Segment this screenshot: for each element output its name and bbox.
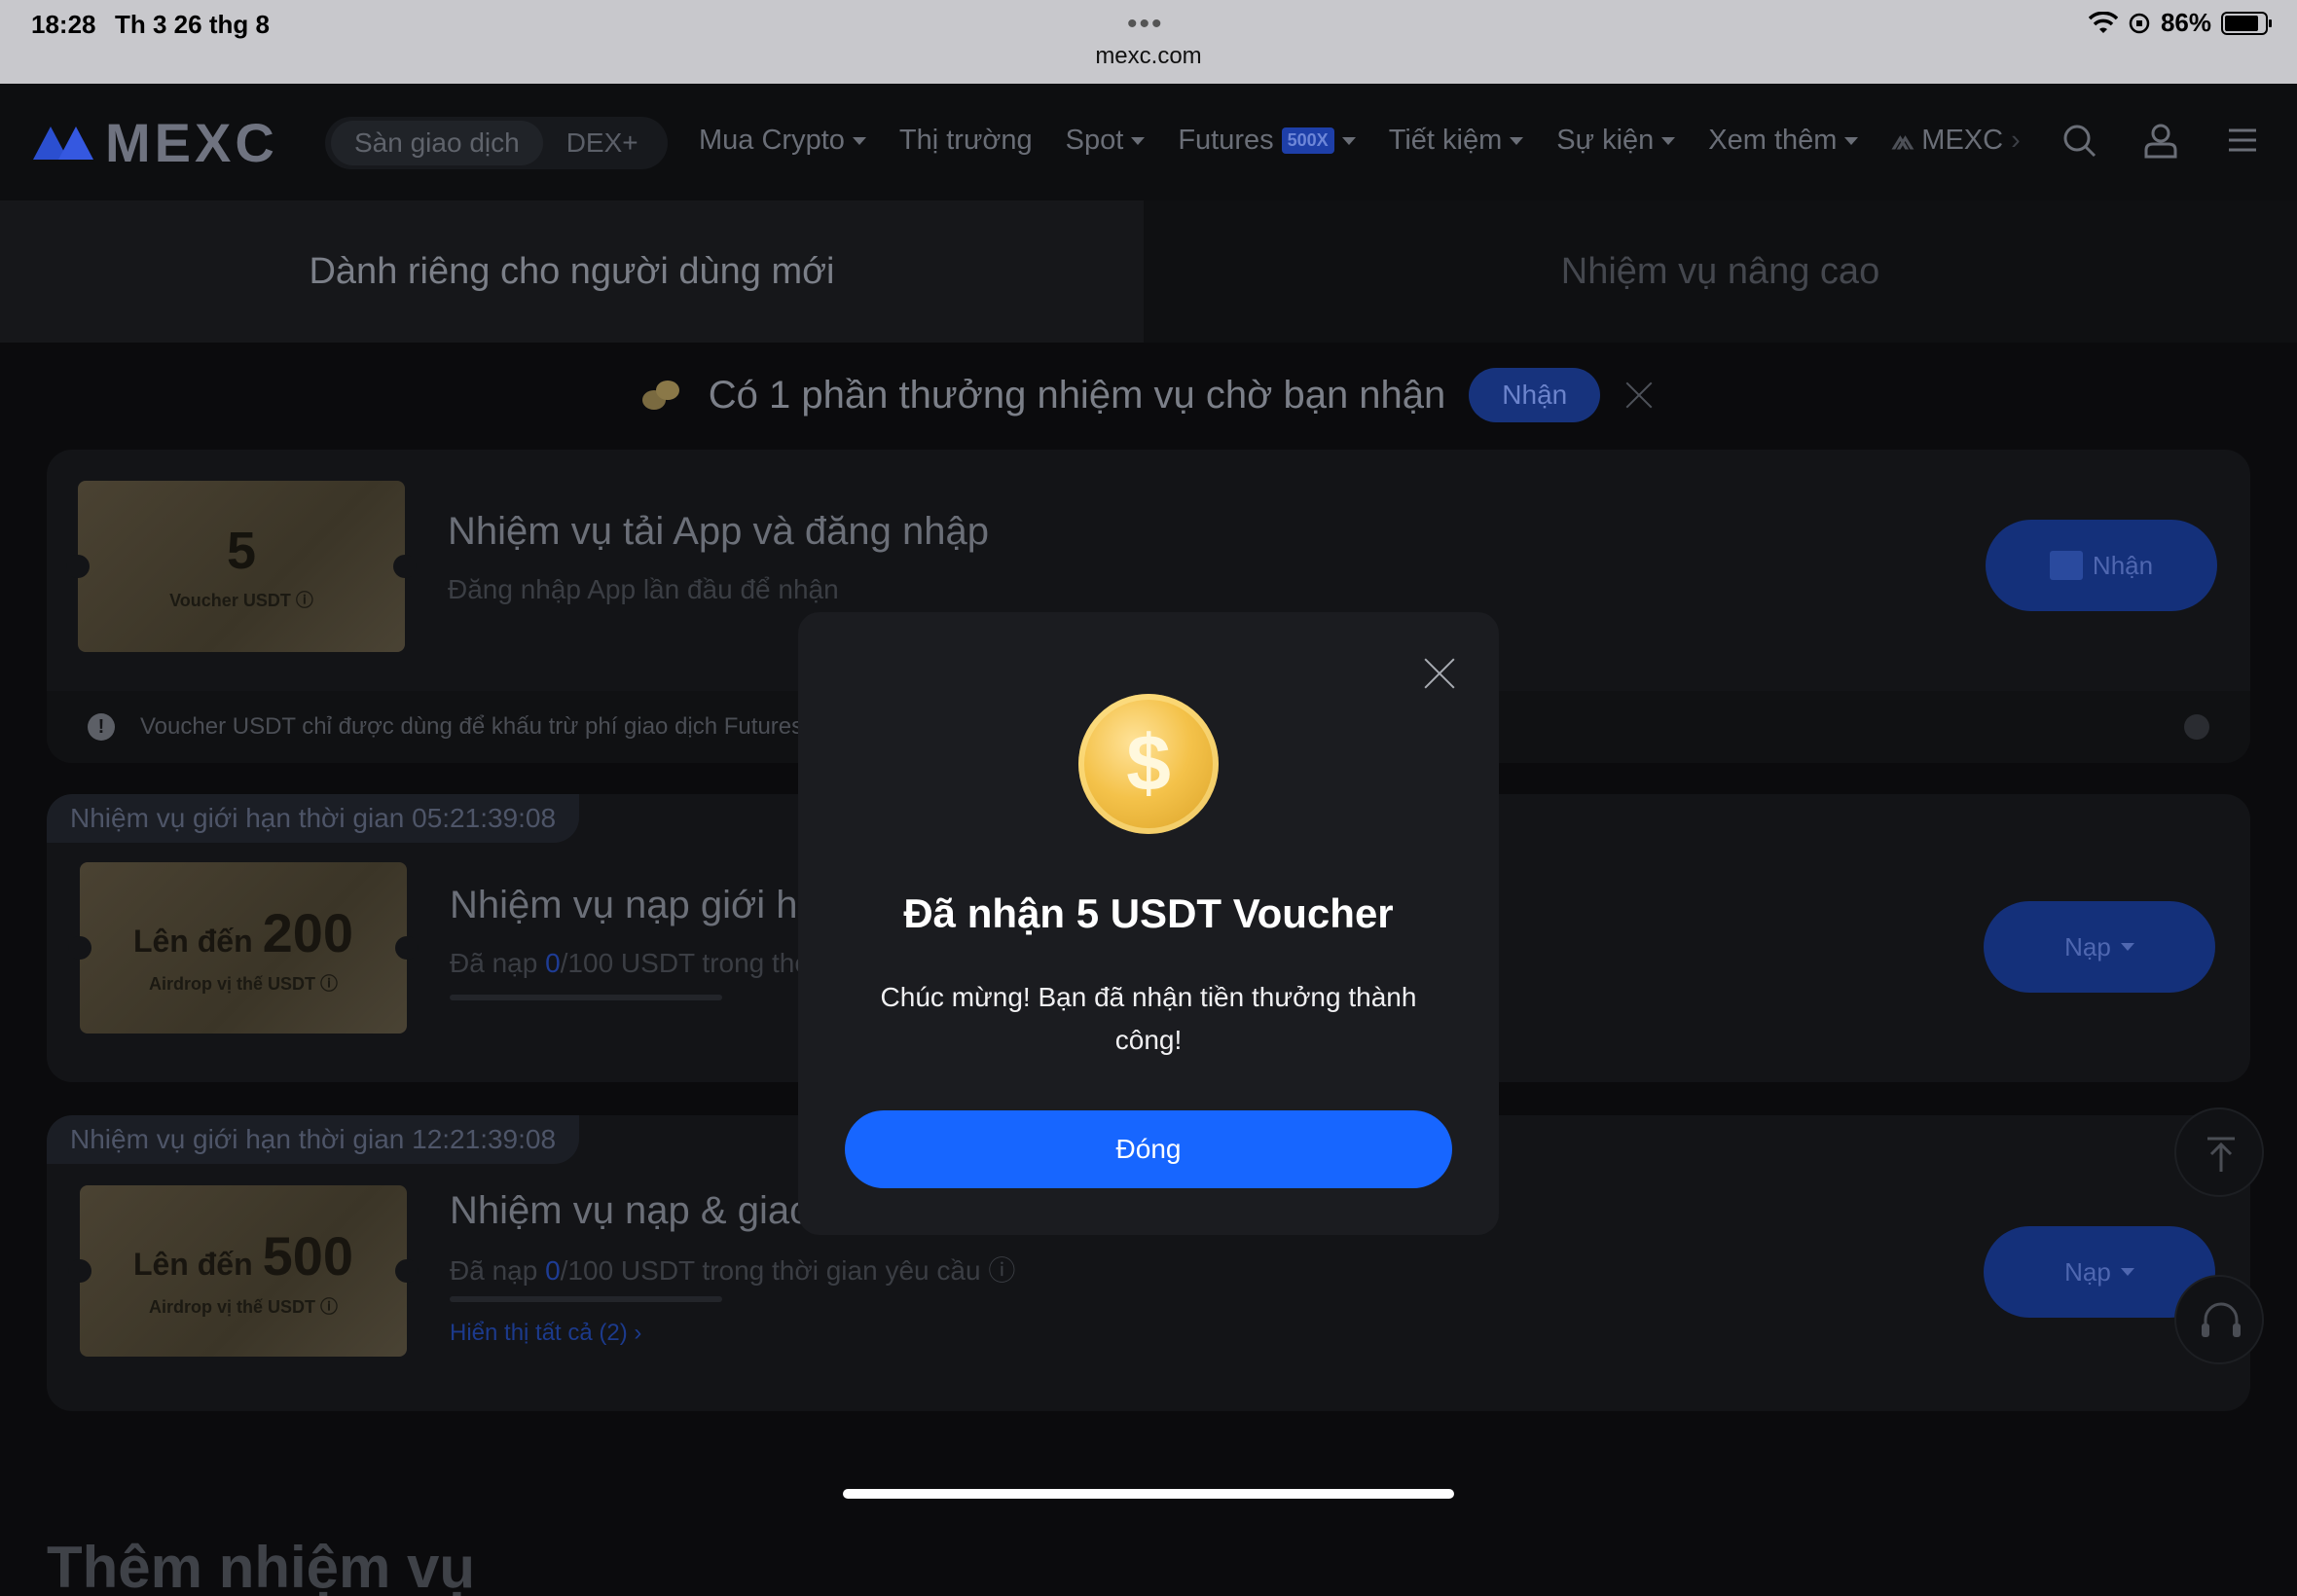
menu-events[interactable]: Sự kiện xyxy=(1556,125,1676,157)
chevron-down-icon xyxy=(1131,136,1146,145)
task-progress-bar xyxy=(450,995,722,1000)
tab-new-users[interactable]: Dành riêng cho người dùng mới xyxy=(0,200,1144,343)
airdrop-value: 200 xyxy=(262,901,354,963)
airdrop-label: Airdrop vị thế USDT ⓘ xyxy=(148,1296,339,1317)
claim-reward-button[interactable]: Nhận xyxy=(1469,368,1601,422)
menu-more[interactable]: Xem thêm xyxy=(1708,125,1859,157)
task-progress-bar xyxy=(450,1296,722,1302)
safari-tab-dots-icon[interactable]: ••• xyxy=(1127,8,1164,41)
hamburger-menu-icon[interactable] xyxy=(2223,121,2262,160)
tab-advanced-tasks[interactable]: Nhiệm vụ nâng cao xyxy=(1144,200,2297,343)
claim-button[interactable]: Nhận xyxy=(1986,520,2217,611)
reward-claimed-modal: $ Đã nhận 5 USDT Voucher Chúc mừng! Bạn … xyxy=(798,612,1499,1235)
coins-icon xyxy=(641,379,685,412)
countdown-timer: Nhiệm vụ giới hạn thời gian 05:21:39:08 xyxy=(47,794,580,843)
chevron-down-icon xyxy=(1844,136,1859,145)
mexc-logo[interactable]: MEXC xyxy=(33,111,278,174)
chevron-down-icon xyxy=(1510,136,1524,145)
mexc-logo-icon xyxy=(33,126,93,160)
menu-mexc-token[interactable]: ⩕ MEXC › xyxy=(1891,125,2020,157)
dollar-coin-icon: $ xyxy=(1078,694,1219,834)
more-tasks-heading: Thêm nhiệm vụ xyxy=(47,1535,476,1596)
close-icon[interactable] xyxy=(1423,657,1456,690)
safari-url[interactable]: mexc.com xyxy=(0,43,2297,70)
chevron-down-icon xyxy=(2120,943,2134,951)
close-modal-button[interactable]: Đóng xyxy=(845,1110,1452,1188)
task-subtitle: Đăng nhập App lần đầu để nhận xyxy=(448,574,839,604)
headset-icon xyxy=(2202,1302,2241,1337)
chevron-down-icon xyxy=(1661,136,1676,145)
show-all-link[interactable]: Hiển thị tất cả (2) › xyxy=(450,1320,641,1347)
voucher-label: Voucher USDT ⓘ xyxy=(169,591,313,610)
status-time: 18:28 xyxy=(31,10,96,39)
pending-reward-text: Có 1 phần thưởng nhiệm vụ chờ bạn nhận xyxy=(708,373,1446,417)
chevron-down-icon xyxy=(1341,136,1356,145)
ios-status-bar: 18:28 Th 3 26 thg 8 ••• mexc.com 86% xyxy=(0,0,2297,84)
mexc-token-icon: ⩕ xyxy=(1891,125,1914,156)
task-title: Nhiệm vụ tải App và đăng nhập xyxy=(448,510,989,553)
countdown-timer: Nhiệm vụ giới hạn thời gian 12:21:39:08 xyxy=(47,1115,580,1164)
home-indicator[interactable] xyxy=(843,1489,1454,1499)
menu-markets[interactable]: Thị trường xyxy=(899,125,1033,157)
pending-reward-bar: Có 1 phần thưởng nhiệm vụ chờ bạn nhận N… xyxy=(0,343,2297,448)
status-date: Th 3 26 thg 8 xyxy=(115,10,270,39)
airdrop-label: Airdrop vị thế USDT ⓘ xyxy=(148,973,339,994)
scroll-to-top-button[interactable] xyxy=(2174,1107,2264,1197)
airdrop-badge: Lên đến 200 Airdrop vị thế USDT ⓘ xyxy=(68,862,419,1034)
menu-futures[interactable]: Futures 500X xyxy=(1178,125,1356,157)
gift-icon xyxy=(2049,551,2083,580)
menu-buy-crypto[interactable]: Mua Crypto xyxy=(699,125,866,157)
nav-actions xyxy=(2060,121,2262,160)
chevron-down-icon xyxy=(2120,1268,2134,1276)
menu-savings[interactable]: Tiết kiệm xyxy=(1389,125,1524,157)
arrow-up-icon xyxy=(2207,1137,2235,1172)
modal-title: Đã nhận 5 USDT Voucher xyxy=(903,890,1394,936)
warning-icon: ! xyxy=(88,713,115,741)
support-button[interactable] xyxy=(2174,1275,2264,1364)
close-notice-icon[interactable] xyxy=(2184,714,2209,740)
chevron-right-icon[interactable]: › xyxy=(2011,125,2021,157)
modal-message: Chúc mừng! Bạn đã nhận tiền thưởng thành… xyxy=(880,982,1417,1055)
segment-exchange[interactable]: Sàn giao dịch xyxy=(331,121,543,165)
orientation-lock-icon xyxy=(2129,13,2150,33)
airdrop-value: 500 xyxy=(262,1224,354,1287)
battery-icon xyxy=(2221,11,2272,35)
airdrop-badge: Lên đến 500 Airdrop vị thế USDT ⓘ xyxy=(68,1185,419,1357)
futures-badge: 500X xyxy=(1281,127,1334,154)
menu-spot[interactable]: Spot xyxy=(1066,125,1146,157)
user-icon[interactable] xyxy=(2141,121,2180,160)
voucher-value: 5 xyxy=(226,522,257,580)
search-icon[interactable] xyxy=(2060,121,2098,160)
page: MEXC Sàn giao dịch DEX+ Mua Crypto Thị t… xyxy=(0,84,2297,1596)
battery-percent: 86% xyxy=(2160,8,2211,37)
wifi-icon xyxy=(2088,11,2118,33)
close-icon[interactable] xyxy=(1623,380,1655,411)
main-menu: Mua Crypto Thị trường Spot Futures 500X T… xyxy=(699,125,2021,157)
segment-dex[interactable]: DEX+ xyxy=(543,121,662,165)
deposit-button[interactable]: Nạp xyxy=(1984,901,2215,993)
task-progress-text: Đã nạp 0/100 USDT trong thời gian yêu cầ… xyxy=(450,1255,1016,1286)
status-right: 86% xyxy=(2088,8,2272,38)
notice-text: Voucher USDT chỉ được dùng để khấu trừ p… xyxy=(140,713,804,740)
task-tabs: Dành riêng cho người dùng mới Nhiệm vụ n… xyxy=(0,200,2297,343)
info-icon[interactable]: ⓘ xyxy=(988,1255,1015,1286)
voucher-badge: 5 Voucher USDT ⓘ xyxy=(66,481,417,652)
top-nav: MEXC Sàn giao dịch DEX+ Mua Crypto Thị t… xyxy=(0,84,2297,200)
exchange-segment: Sàn giao dịch DEX+ xyxy=(325,117,668,169)
chevron-down-icon xyxy=(852,136,866,145)
